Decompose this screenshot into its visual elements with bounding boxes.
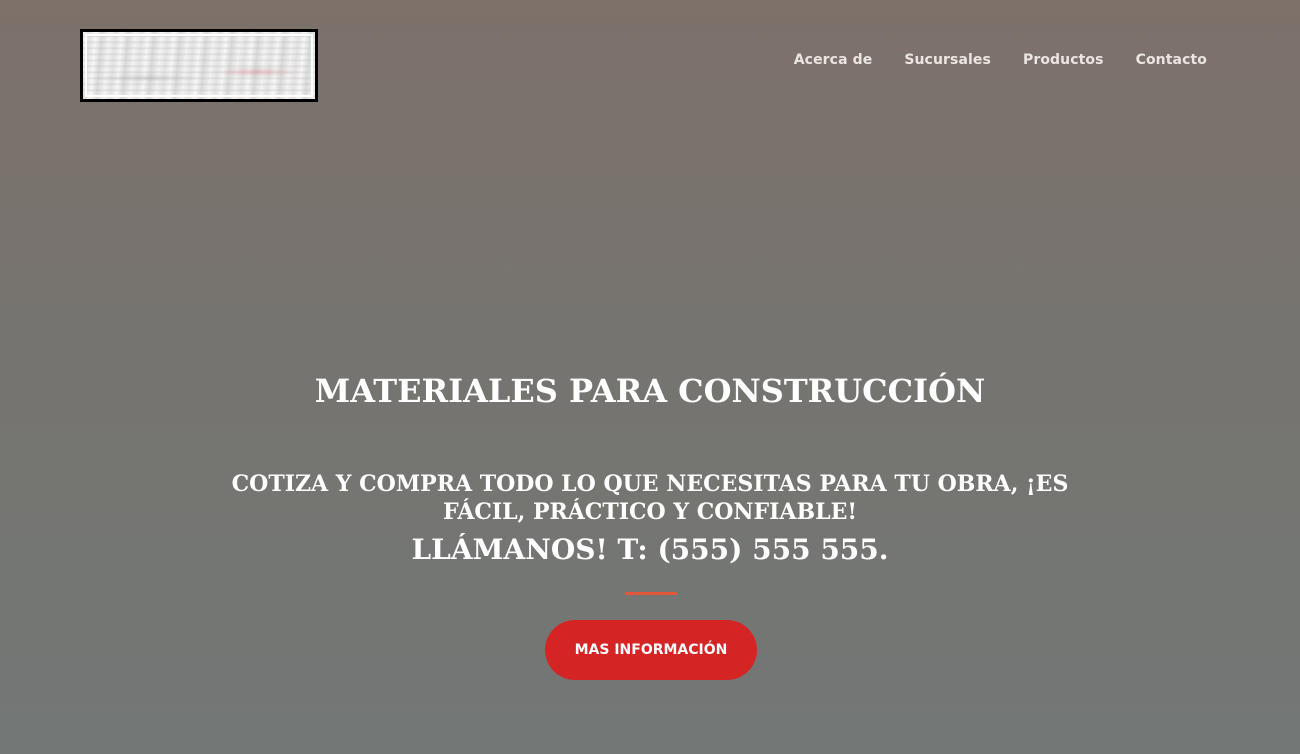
hero-divider: [625, 592, 677, 595]
hero-phone: LLÁMANOS! T: (555) 555 555.: [411, 533, 889, 566]
hero-title: MATERIALES PARA CONSTRUCCIÓN: [314, 372, 986, 410]
main-nav: Acerca de Sucursales Productos Contacto: [794, 52, 1207, 68]
nav-link-contacto[interactable]: Contacto: [1136, 52, 1207, 68]
nav-link-productos[interactable]: Productos: [1023, 52, 1104, 68]
logo-image[interactable]: [80, 29, 318, 102]
nav-link-acerca-de[interactable]: Acerca de: [794, 52, 873, 68]
nav-link-sucursales[interactable]: Sucursales: [904, 52, 991, 68]
hero-subtitle: COTIZA Y COMPRA TODO LO QUE NECESITAS PA…: [231, 471, 1069, 525]
logo-inner: [85, 34, 313, 97]
more-info-button[interactable]: MAS INFORMACIÓN: [545, 620, 757, 680]
